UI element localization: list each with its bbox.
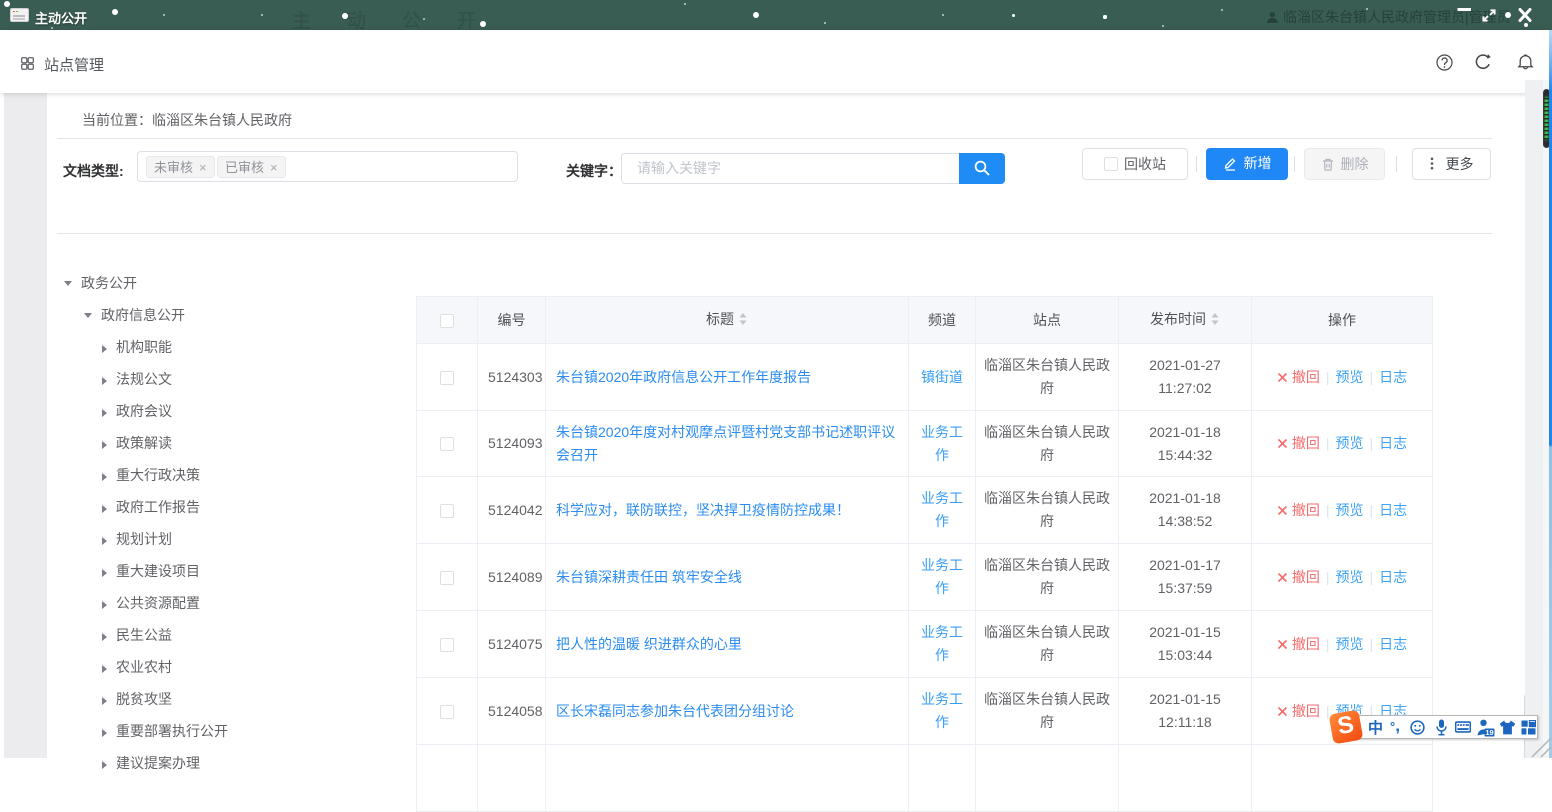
svg-text:19: 19 <box>1485 728 1493 737</box>
